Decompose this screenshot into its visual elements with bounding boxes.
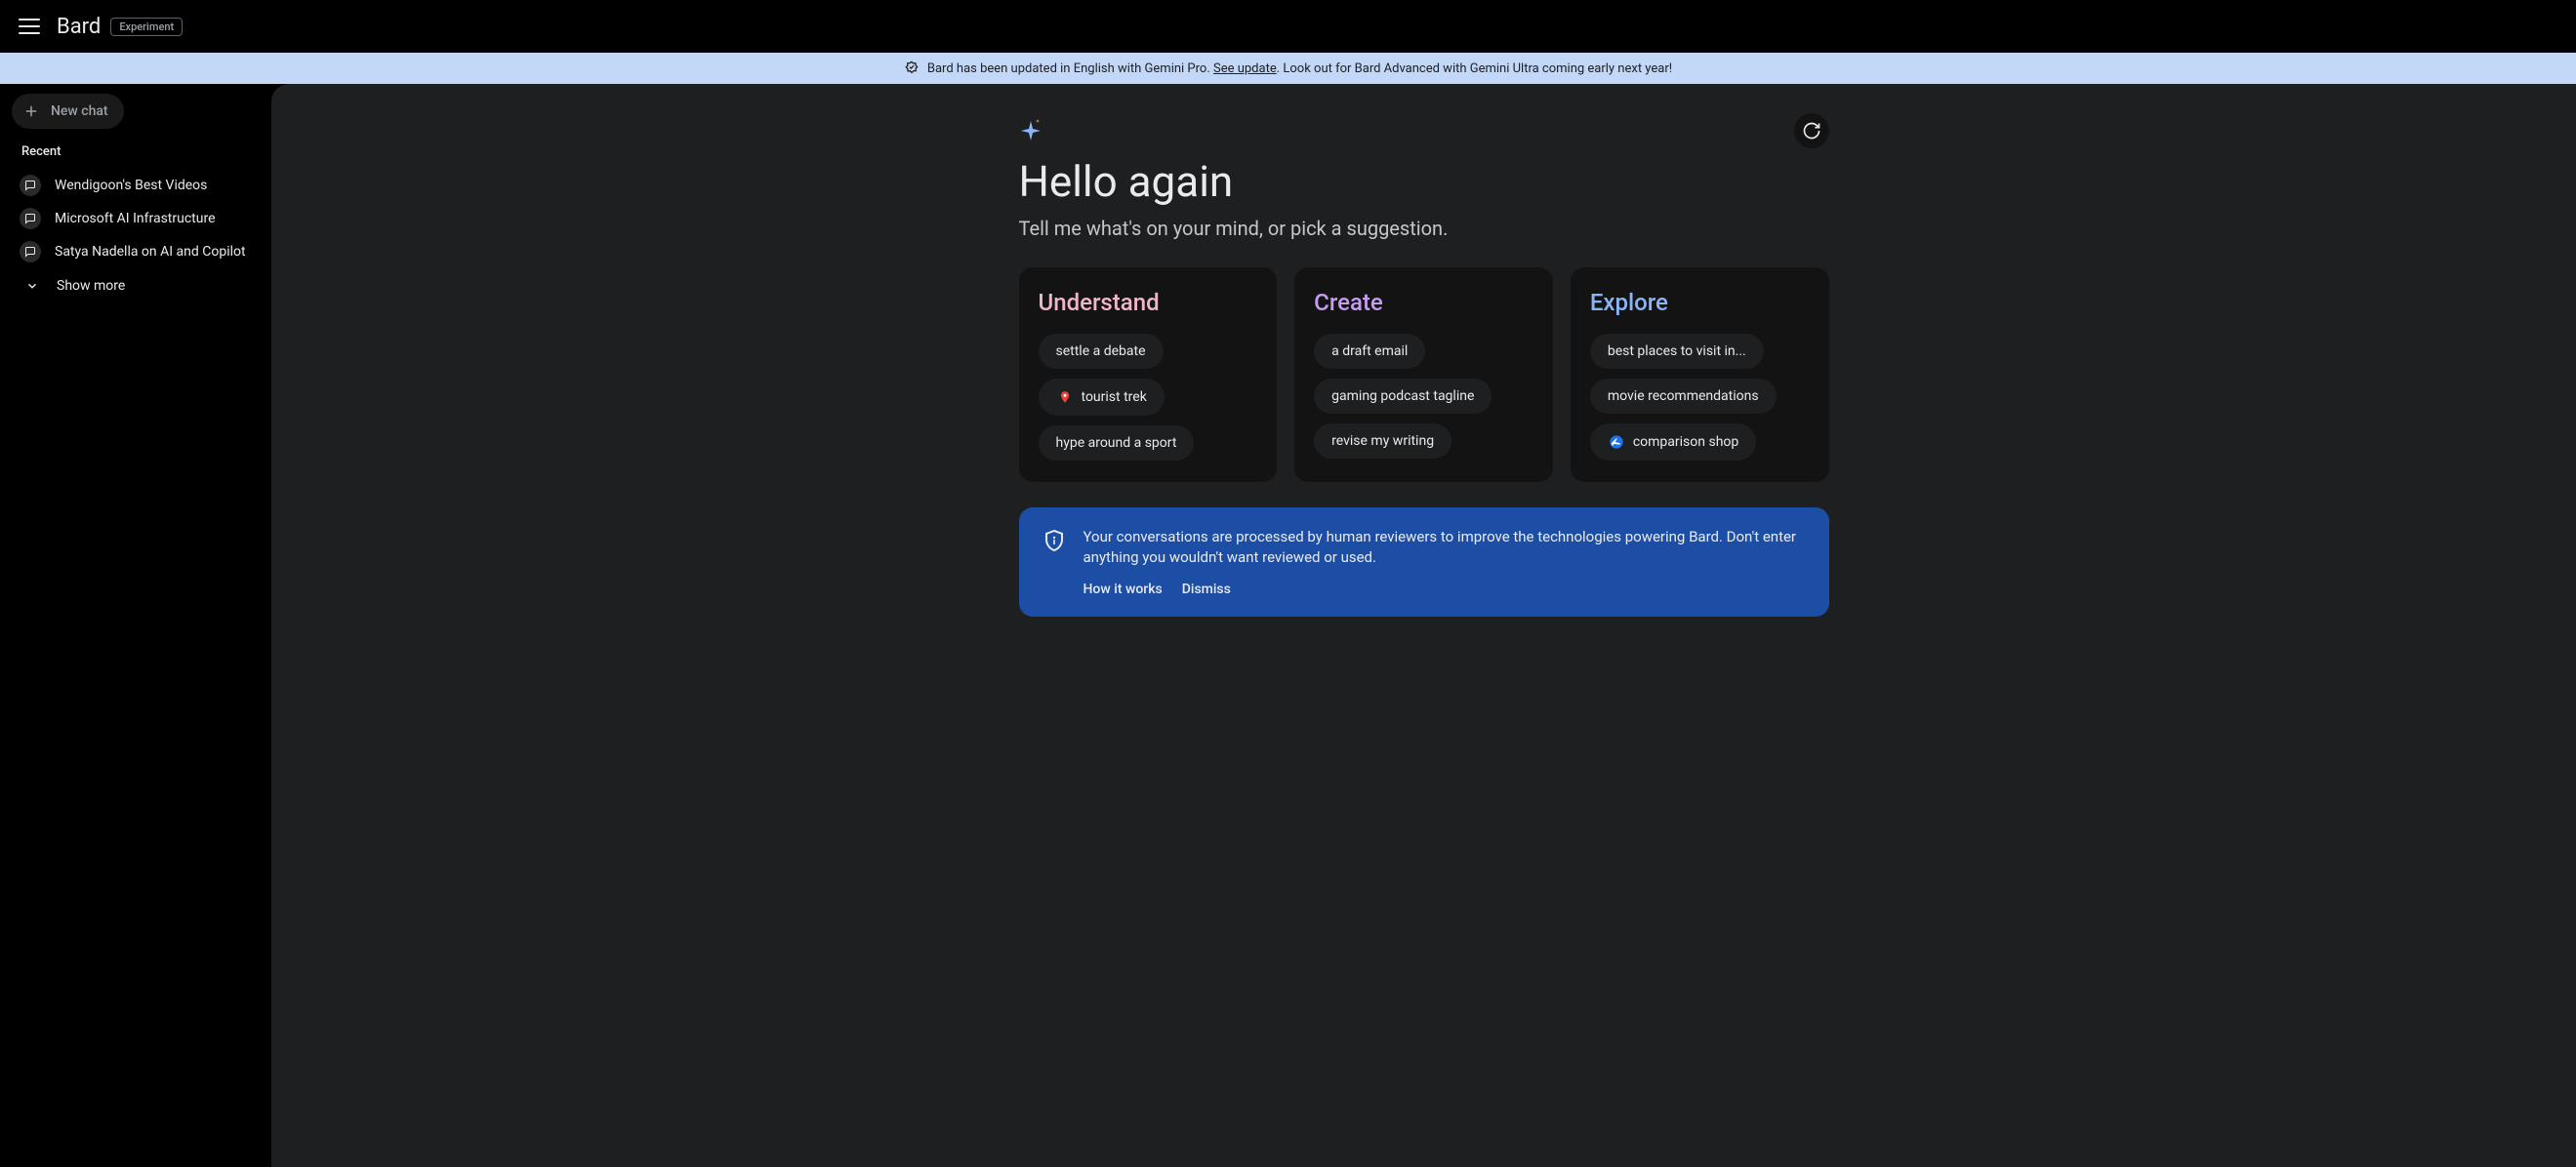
card-explore: Explore best places to visit in... movie… [1571,267,1829,482]
sidebar: New chat Recent Wendigoon's Best Videos [0,84,271,1167]
main-content: Hello again Tell me what's on your mind,… [271,84,2576,1167]
new-chat-label: New chat [51,103,108,119]
show-more-button[interactable]: Show more [8,268,139,303]
chip-label: revise my writing [1331,433,1434,449]
suggestion-chip[interactable]: a draft email [1314,334,1425,369]
update-banner: Bard has been updated in English with Ge… [0,53,2576,84]
banner-see-update-link[interactable]: See update [1213,61,1277,76]
banner-text-1: Bard has been updated in English with Ge… [927,61,1210,76]
sidebar-chat-label: Satya Nadella on AI and Copilot [55,244,246,260]
chip-label: hype around a sport [1056,435,1177,451]
sidebar-chat-item[interactable]: Satya Nadella on AI and Copilot [8,235,264,268]
dismiss-button[interactable]: Dismiss [1182,582,1231,597]
new-chat-button[interactable]: New chat [12,94,124,129]
card-title-explore: Explore [1590,289,1810,316]
verified-icon [904,60,920,76]
hamburger-icon [19,19,40,34]
menu-button[interactable] [10,7,49,46]
hero-title: Hello again [1019,156,1829,207]
card-create: Create a draft email gaming podcast tagl… [1294,267,1553,482]
suggestion-chip[interactable]: settle a debate [1039,334,1164,369]
card-title-understand: Understand [1039,289,1258,316]
suggestion-chip[interactable]: best places to visit in... [1590,334,1764,369]
chip-label: comparison shop [1633,434,1738,450]
shield-icon [1043,529,1066,597]
chip-label: tourist trek [1082,389,1147,405]
how-it-works-link[interactable]: How it works [1084,582,1163,597]
hero-subtitle: Tell me what's on your mind, or pick a s… [1019,217,1829,240]
suggestion-chip[interactable]: revise my writing [1314,423,1452,459]
card-title-create: Create [1314,289,1533,316]
chat-icon [20,241,41,262]
maps-pin-icon [1056,388,1074,406]
refresh-button[interactable] [1794,113,1829,148]
sidebar-chat-label: Microsoft AI Infrastructure [55,211,216,226]
suggestion-chip[interactable]: comparison shop [1590,423,1756,461]
suggestion-chip[interactable]: tourist trek [1039,379,1165,416]
show-more-label: Show more [57,278,125,294]
chevron-down-icon [21,279,43,293]
privacy-notice: Your conversations are processed by huma… [1019,507,1829,617]
experiment-badge: Experiment [110,18,183,36]
sidebar-chat-label: Wendigoon's Best Videos [55,178,207,193]
spark-icon [1019,119,1043,142]
refresh-icon [1802,121,1821,141]
chat-icon [20,175,41,196]
suggestion-chip[interactable]: movie recommendations [1590,379,1777,414]
notice-text: Your conversations are processed by huma… [1084,527,1806,568]
app-header: Bard Experiment [0,0,2576,53]
chat-icon [20,208,41,229]
card-understand: Understand settle a debate tourist trek [1019,267,1278,482]
sidebar-chat-item[interactable]: Microsoft AI Infrastructure [8,202,264,235]
sidebar-chat-item[interactable]: Wendigoon's Best Videos [8,169,264,202]
suggestion-chip[interactable]: hype around a sport [1039,425,1195,461]
plus-icon [21,101,41,121]
flights-icon [1608,433,1625,451]
chip-label: settle a debate [1056,343,1146,359]
chip-label: gaming podcast tagline [1331,388,1474,404]
chip-label: a draft email [1331,343,1408,359]
recent-label: Recent [8,144,264,159]
chip-label: movie recommendations [1608,388,1759,404]
chip-label: best places to visit in... [1608,343,1746,359]
banner-text-2: . Look out for Bard Advanced with Gemini… [1277,61,1672,76]
app-logo: Bard [57,15,101,39]
suggestion-chip[interactable]: gaming podcast tagline [1314,379,1492,414]
